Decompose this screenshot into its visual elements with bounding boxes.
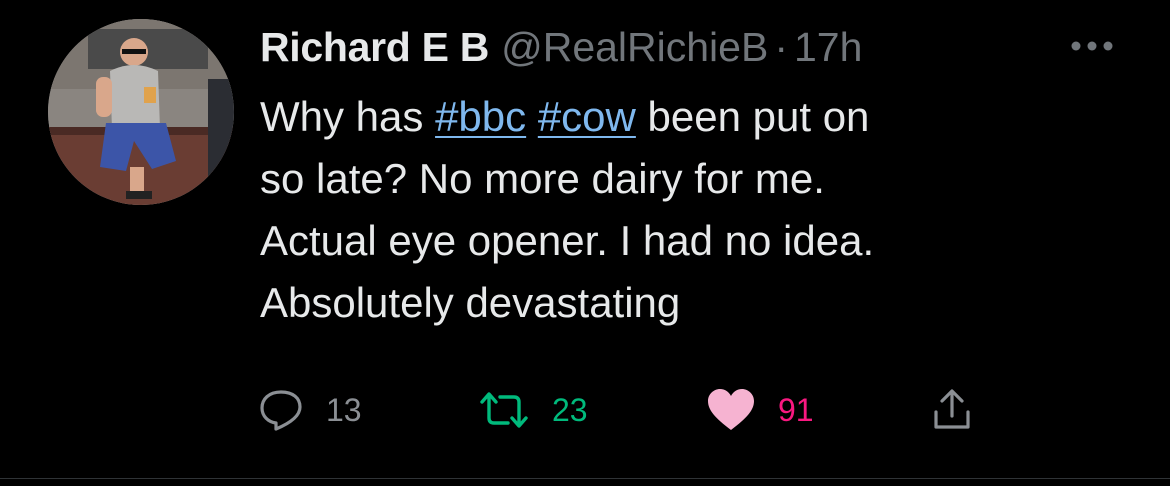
like-count: 91 [778, 391, 814, 428]
avatar[interactable] [48, 19, 234, 205]
more-horizontal-icon [1071, 41, 1113, 51]
author-handle[interactable]: @RealRichieB [501, 24, 768, 71]
heart-icon [708, 389, 754, 430]
hashtag-link[interactable]: #cow [538, 93, 636, 140]
tweet-text-intro: Why has [260, 93, 436, 140]
reply-count: 13 [326, 391, 362, 428]
tweet-text-line: Why has #bbc #cow been put on [260, 86, 1120, 148]
tweet-card[interactable]: Richard E B @RealRichieB · 17h Why has #… [0, 0, 1170, 486]
more-options-button[interactable] [1068, 28, 1116, 64]
tweet-text-line: Actual eye opener. I had no idea. [260, 217, 875, 264]
author-name[interactable]: Richard E B [260, 24, 489, 71]
tweet-text-continued: been put on [635, 93, 870, 140]
share-button[interactable] [930, 386, 974, 434]
tweet-header: Richard E B @RealRichieB · 17h [260, 18, 862, 76]
retweet-count: 23 [552, 391, 588, 428]
tweet-time[interactable]: 17h [794, 24, 862, 71]
avatar-photo [48, 19, 234, 205]
reply-icon [260, 390, 302, 431]
tweet-text: Why has #bbc #cow been put on so late? N… [260, 86, 1120, 334]
hashtag-link[interactable]: #bbc [435, 93, 526, 140]
retweet-button[interactable]: 23 [478, 386, 588, 434]
tweet-text-line: Absolutely devastating [260, 279, 681, 326]
reply-button[interactable]: 13 [258, 386, 362, 434]
separator-dot: · [774, 23, 788, 70]
divider [0, 478, 1170, 479]
tweet-text-line: so late? No more dairy for me. [260, 155, 825, 202]
retweet-icon [480, 392, 528, 428]
share-icon [934, 389, 970, 429]
like-button[interactable]: 91 [706, 386, 814, 434]
